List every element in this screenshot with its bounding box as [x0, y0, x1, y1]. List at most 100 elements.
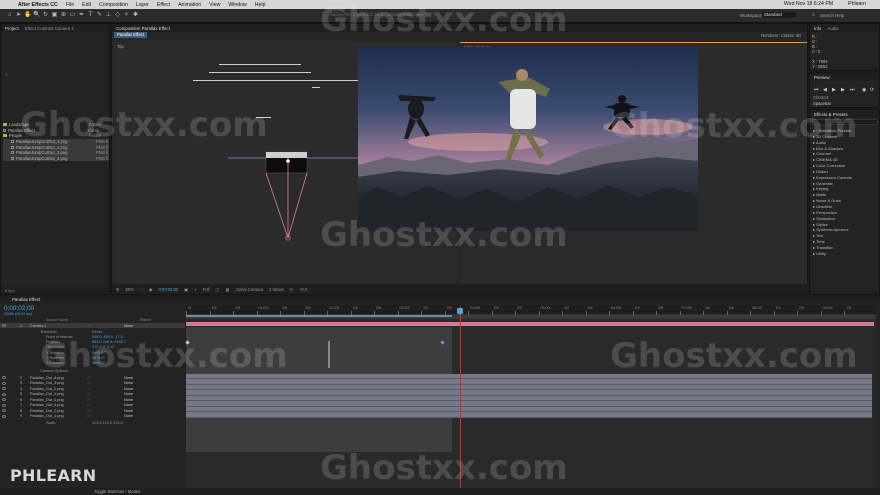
layer-name[interactable]: Parallax_Out_3.png [30, 381, 88, 385]
clone-stamp-icon[interactable]: ⊥ [105, 12, 112, 19]
pan-behind-icon[interactable]: ⊕ [60, 12, 67, 19]
search-icon[interactable]: ⌕ [812, 12, 817, 18]
toggle-switches-modes[interactable]: Toggle Switches / Modes [94, 489, 140, 494]
type-tool-icon[interactable]: T [87, 12, 94, 19]
reset-exposure-icon[interactable]: ⟳ [290, 287, 294, 292]
brush-tool-icon[interactable]: ✎ [96, 12, 103, 19]
zoom-select[interactable]: 50% [126, 287, 134, 292]
resolution-select[interactable]: Full [203, 287, 210, 292]
visibility-eye-icon[interactable] [2, 387, 6, 391]
project-item[interactable]: ParallaxJumpCutOut_4.png PNG fi [3, 155, 109, 162]
col-source-name[interactable]: Source Name [46, 318, 68, 322]
layer-name[interactable]: Parallax_Out_2.png [30, 387, 88, 391]
layer-row[interactable]: 6 Parallax_Out_4.png ⁄ ⁄ None [0, 397, 185, 402]
menu-window[interactable]: Window [228, 2, 246, 8]
hand-tool-icon[interactable]: ✋ [24, 12, 31, 19]
menu-view[interactable]: View [209, 2, 220, 8]
layer-switches[interactable]: ⁄ ⁄ [88, 376, 124, 380]
roto-brush-icon[interactable]: ✧ [123, 12, 130, 19]
layer-switches[interactable]: ⁄ ⁄ [88, 392, 124, 396]
puppet-tool-icon[interactable]: ✱ [132, 12, 139, 19]
comp-subtab[interactable]: Parallax Effect [114, 32, 147, 38]
menu-animation[interactable]: Animation [178, 2, 201, 8]
parent-select[interactable]: None [124, 414, 133, 418]
fit-icon[interactable]: ⛶ [140, 287, 143, 292]
visibility-eye-icon[interactable] [2, 414, 6, 418]
search-help-field[interactable]: Search Help [820, 13, 844, 18]
parent-select[interactable]: None [124, 409, 133, 413]
audio-icon[interactable]: ◉ [862, 88, 867, 93]
selection-tool-icon[interactable]: ➤ [15, 12, 22, 19]
transparency-icon[interactable]: ▦ [226, 287, 230, 292]
menu-file[interactable]: File [66, 2, 74, 8]
region-icon[interactable]: ▢ [216, 287, 220, 292]
layer-switches[interactable]: ⁄ ⁄ [88, 398, 124, 402]
layer-name[interactable]: Parallax_Out_2.png [30, 409, 88, 413]
tab-info[interactable]: Info [814, 26, 821, 31]
layer-switches[interactable]: ⁄ ⁄ [88, 381, 124, 385]
parent-select[interactable]: None [124, 398, 133, 402]
visibility-eye-icon[interactable] [2, 381, 6, 385]
snapshot-icon[interactable]: ◉ [149, 287, 153, 292]
camera-tool-icon[interactable]: ▣ [51, 12, 58, 19]
tab-timeline[interactable]: Parallax Effect [0, 296, 880, 303]
next-frame-icon[interactable]: ▶ [841, 88, 846, 93]
menu-help[interactable]: Help [255, 2, 266, 8]
home-icon[interactable]: ⌂ [6, 12, 13, 19]
layer-name[interactable]: Parallax_Out_1.png [30, 392, 88, 396]
current-time-handle[interactable] [457, 308, 463, 314]
rotate-tool-icon[interactable]: ↻ [42, 12, 49, 19]
keyframe-marker[interactable] [328, 341, 330, 368]
menu-edit[interactable]: Edit [82, 2, 91, 8]
project-item[interactable]: ParallaxJumpCutOut_2.png PNG fi [3, 144, 109, 150]
loop-icon[interactable]: ⟳ [870, 88, 875, 93]
layer-row[interactable]: 8 Parallax_Out_2.png ⁄ ⁄ None [0, 408, 185, 413]
layer-row[interactable]: 9 Parallax_Out_1.png ⁄ ⁄ None [0, 414, 185, 419]
parent-select[interactable]: None [124, 387, 133, 391]
rectangle-tool-icon[interactable]: ▭ [69, 12, 76, 19]
layer-row[interactable]: 3 Parallax_Out_3.png ⁄ ⁄ None [0, 381, 185, 386]
layer-row[interactable]: 4 Parallax_Out_2.png ⁄ ⁄ None [0, 386, 185, 391]
zoom-tool-icon[interactable]: 🔍 [33, 12, 40, 19]
parent-select[interactable]: None [124, 376, 133, 380]
menu-effect[interactable]: Effect [157, 2, 170, 8]
menu-composition[interactable]: Composition [99, 2, 128, 8]
property-value[interactable]: 129.0,129.0,129.0 [92, 421, 123, 425]
views-select[interactable]: 2 Views [269, 287, 284, 292]
col-parent[interactable]: Parent [140, 318, 151, 322]
tab-project[interactable]: Project [5, 26, 19, 31]
visibility-eye-icon[interactable] [2, 409, 6, 413]
layer-row[interactable]: 5 Parallax_Out_1.png ⁄ ⁄ None [0, 392, 185, 397]
grid-icon[interactable]: ⊞ [116, 287, 120, 292]
property-row[interactable]: Scale 129.0,129.0,129.0 [0, 420, 185, 425]
time-ruler[interactable]: 0f 10f 20f 01:00f 10f 20f 02:00f 10f 20f 03:00f 10… [186, 305, 876, 315]
layer-row[interactable]: 7 Parallax_Out_3.png ⁄ ⁄ None [0, 403, 185, 408]
layer-switches[interactable]: ⁄ ⁄ [88, 324, 124, 328]
app-menu[interactable]: After Effects CC [18, 2, 58, 8]
visibility-eye-icon[interactable] [2, 392, 6, 396]
pen-tool-icon[interactable]: ✒ [78, 12, 85, 19]
layer-switches[interactable]: ⁄ ⁄ [88, 403, 124, 407]
layer-name[interactable]: Parallax_Out_4.png [30, 376, 88, 380]
exposure-value[interactable]: +0.0 [299, 287, 307, 292]
layer-name[interactable]: Parallax_Out_3.png [30, 403, 88, 407]
layer-name[interactable]: Parallax_Out_4.png [30, 398, 88, 402]
prev-frame-icon[interactable]: ◀ [823, 88, 828, 93]
parent-select[interactable]: None [124, 403, 133, 407]
renderer-label[interactable]: Renderer: Classic 3D [761, 33, 801, 38]
project-item[interactable]: ParallaxJumpCutOut_3.png PNG fi [3, 149, 109, 156]
camera-snapshot-icon[interactable]: ▣ [184, 287, 188, 292]
effect-category[interactable]: ▸ Utility [813, 251, 852, 257]
visibility-eye-icon[interactable] [2, 376, 6, 380]
timeline-timecode[interactable]: 0;00;02;00 [4, 305, 34, 312]
layer-switches[interactable]: ⁄ ⁄ [88, 387, 124, 391]
layer-switches[interactable]: ⁄ ⁄ [88, 414, 124, 418]
layer-name[interactable]: Camera 1 [30, 324, 88, 328]
parent-select[interactable]: None [124, 381, 133, 385]
visibility-eye-icon[interactable] [2, 398, 6, 402]
layer-duration-bar[interactable] [186, 412, 872, 418]
layer-switches[interactable]: ⁄ ⁄ [88, 409, 124, 413]
color-channel-icon[interactable]: ◐ [194, 287, 197, 292]
eraser-tool-icon[interactable]: ◇ [114, 12, 121, 19]
tab-audio[interactable]: Audio [827, 26, 838, 31]
